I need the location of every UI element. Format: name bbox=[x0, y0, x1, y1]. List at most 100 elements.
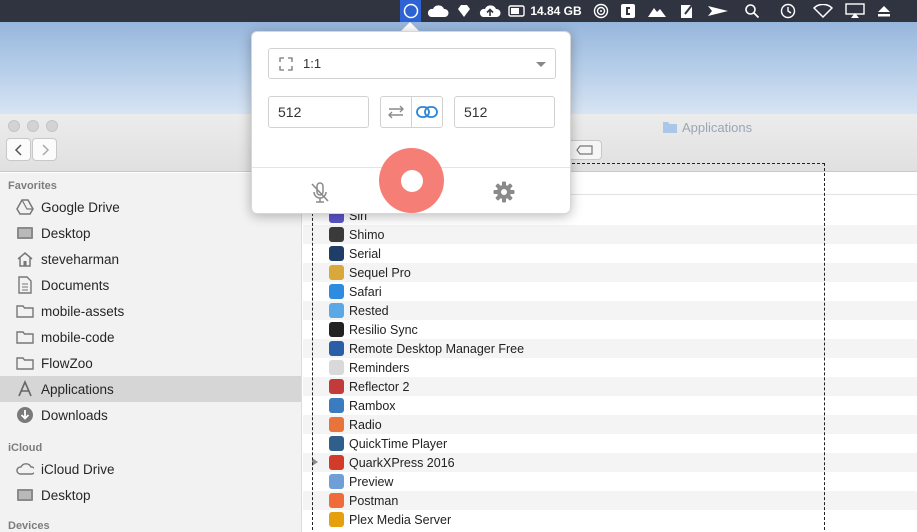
file-name: Preview bbox=[349, 474, 394, 489]
popover-arrow bbox=[401, 22, 419, 31]
file-row[interactable]: Remote Desktop Manager Free bbox=[303, 339, 917, 358]
chevron-left-icon bbox=[14, 143, 22, 156]
height-input[interactable] bbox=[454, 96, 555, 128]
zoom-window-button[interactable] bbox=[46, 120, 58, 132]
file-row[interactable]: Preview bbox=[303, 472, 917, 491]
app-c-icon[interactable] bbox=[618, 0, 638, 22]
documents-icon bbox=[16, 276, 34, 294]
mountain-icon[interactable] bbox=[645, 0, 669, 22]
gear-icon bbox=[493, 181, 515, 203]
microphone-muted-icon bbox=[311, 182, 329, 203]
search-icon[interactable] bbox=[742, 0, 762, 22]
tags-button[interactable] bbox=[568, 140, 602, 160]
file-row[interactable]: Safari bbox=[303, 282, 917, 301]
sidebar-item-label: Downloads bbox=[41, 407, 108, 423]
file-row[interactable]: Shimo bbox=[303, 225, 917, 244]
time-machine-icon[interactable] bbox=[777, 0, 799, 22]
window-title-label: Applications bbox=[682, 119, 753, 135]
file-row[interactable]: Resilio Sync bbox=[303, 320, 917, 339]
file-name: Rambox bbox=[349, 398, 396, 413]
eject-icon[interactable] bbox=[875, 0, 893, 22]
sidebar-item-steveharman[interactable]: steveharman bbox=[0, 246, 301, 272]
width-input[interactable] bbox=[268, 96, 369, 128]
file-name: QuarkXPress 2016 bbox=[349, 455, 455, 470]
sidebar-item-documents[interactable]: Documents bbox=[0, 272, 301, 298]
wifi-icon[interactable] bbox=[811, 0, 835, 22]
file-list: Siri Shimo Serial Sequel Pro Safari Rested Res… bbox=[303, 173, 917, 532]
folder-icon bbox=[16, 354, 34, 372]
recorder-icon[interactable] bbox=[400, 0, 421, 22]
link-dimensions-button[interactable] bbox=[411, 97, 442, 127]
file-row[interactable]: Postman bbox=[303, 491, 917, 510]
file-name: Plex Media Server bbox=[349, 512, 452, 527]
file-row[interactable]: QuickTime Player bbox=[303, 434, 917, 453]
swap-dimensions-button[interactable] bbox=[381, 97, 411, 127]
file-row[interactable]: Rambox bbox=[303, 396, 917, 415]
sidebar-item-icloud-drive[interactable]: iCloud Drive bbox=[0, 456, 301, 482]
minimize-window-button[interactable] bbox=[27, 120, 39, 132]
send-icon[interactable] bbox=[704, 0, 732, 22]
sidebar-item-flowzoo[interactable]: FlowZoo bbox=[0, 350, 301, 376]
file-row[interactable]: QuarkXPress 2016 bbox=[303, 453, 917, 472]
back-button[interactable] bbox=[6, 138, 31, 161]
sidebar-item-mobile-code[interactable]: mobile-code bbox=[0, 324, 301, 350]
icloud-icon bbox=[16, 460, 34, 478]
sidebar-section-favorites: Favorites bbox=[8, 180, 57, 192]
sidebar-item-icloud-desktop[interactable]: Desktop bbox=[0, 482, 301, 508]
file-row[interactable]: Rested bbox=[303, 301, 917, 320]
close-window-button[interactable] bbox=[8, 120, 20, 132]
disclosure-triangle-icon[interactable] bbox=[312, 458, 318, 466]
app-icon bbox=[329, 284, 344, 299]
chevron-right-icon bbox=[41, 143, 49, 156]
swap-icon bbox=[388, 105, 405, 119]
sidebar-item-downloads[interactable]: Downloads bbox=[0, 402, 301, 428]
file-name: Radio bbox=[349, 417, 382, 432]
diamond-icon[interactable] bbox=[455, 0, 473, 22]
app-icon bbox=[329, 341, 344, 356]
file-row[interactable]: Reminders bbox=[303, 358, 917, 377]
sidebar-item-label: Google Drive bbox=[41, 199, 120, 215]
home-icon bbox=[16, 250, 34, 268]
app-icon bbox=[329, 398, 344, 413]
battery-icon[interactable] bbox=[507, 0, 527, 22]
app-icon bbox=[329, 227, 344, 242]
settings-button[interactable] bbox=[493, 181, 515, 206]
sidebar-item-label: Desktop bbox=[41, 487, 91, 503]
sidebar-item-label: FlowZoo bbox=[41, 355, 93, 371]
sidebar-item-applications[interactable]: Applications bbox=[0, 376, 301, 402]
target-icon[interactable] bbox=[591, 0, 611, 22]
file-row[interactable]: Radio bbox=[303, 415, 917, 434]
file-row[interactable]: Sequel Pro bbox=[303, 263, 917, 282]
mute-microphone-button[interactable] bbox=[310, 182, 330, 207]
desktop-icon bbox=[16, 486, 34, 504]
folder-icon bbox=[16, 328, 34, 346]
file-row[interactable]: Reflector 2 bbox=[303, 377, 917, 396]
aspect-ratio-select[interactable]: 1:1 bbox=[268, 48, 556, 79]
file-row[interactable]: Serial bbox=[303, 244, 917, 263]
storage-indicator[interactable]: 14.84 GB bbox=[528, 0, 584, 22]
recorder-popover: 1:1 bbox=[251, 31, 571, 214]
file-name: Rested bbox=[349, 303, 389, 318]
cloud-upload-icon[interactable] bbox=[478, 0, 502, 22]
sidebar-item-desktop[interactable]: Desktop bbox=[0, 220, 301, 246]
fullscreen-icon bbox=[279, 57, 293, 71]
file-row[interactable]: Plex Media Server bbox=[303, 510, 917, 529]
dimension-toggle-group bbox=[380, 96, 443, 128]
forward-button[interactable] bbox=[32, 138, 57, 161]
sidebar-item-mobile-assets[interactable]: mobile-assets bbox=[0, 298, 301, 324]
tag-icon bbox=[576, 145, 593, 155]
app-icon bbox=[329, 512, 344, 527]
app-icon bbox=[329, 474, 344, 489]
cloud-icon[interactable] bbox=[426, 0, 450, 22]
app-icon bbox=[329, 417, 344, 432]
record-button[interactable] bbox=[379, 148, 444, 213]
finder-sidebar: Favorites Google Drive Desktop steveharm… bbox=[0, 173, 302, 532]
sidebar-item-label: mobile-code bbox=[41, 329, 115, 345]
file-name: Remote Desktop Manager Free bbox=[349, 341, 525, 356]
file-name: Resilio Sync bbox=[349, 322, 418, 337]
app-icon bbox=[329, 265, 344, 280]
app-icon bbox=[329, 322, 344, 337]
airplay-icon[interactable] bbox=[843, 0, 867, 22]
app-icon bbox=[329, 303, 344, 318]
edit-icon[interactable] bbox=[676, 0, 698, 22]
